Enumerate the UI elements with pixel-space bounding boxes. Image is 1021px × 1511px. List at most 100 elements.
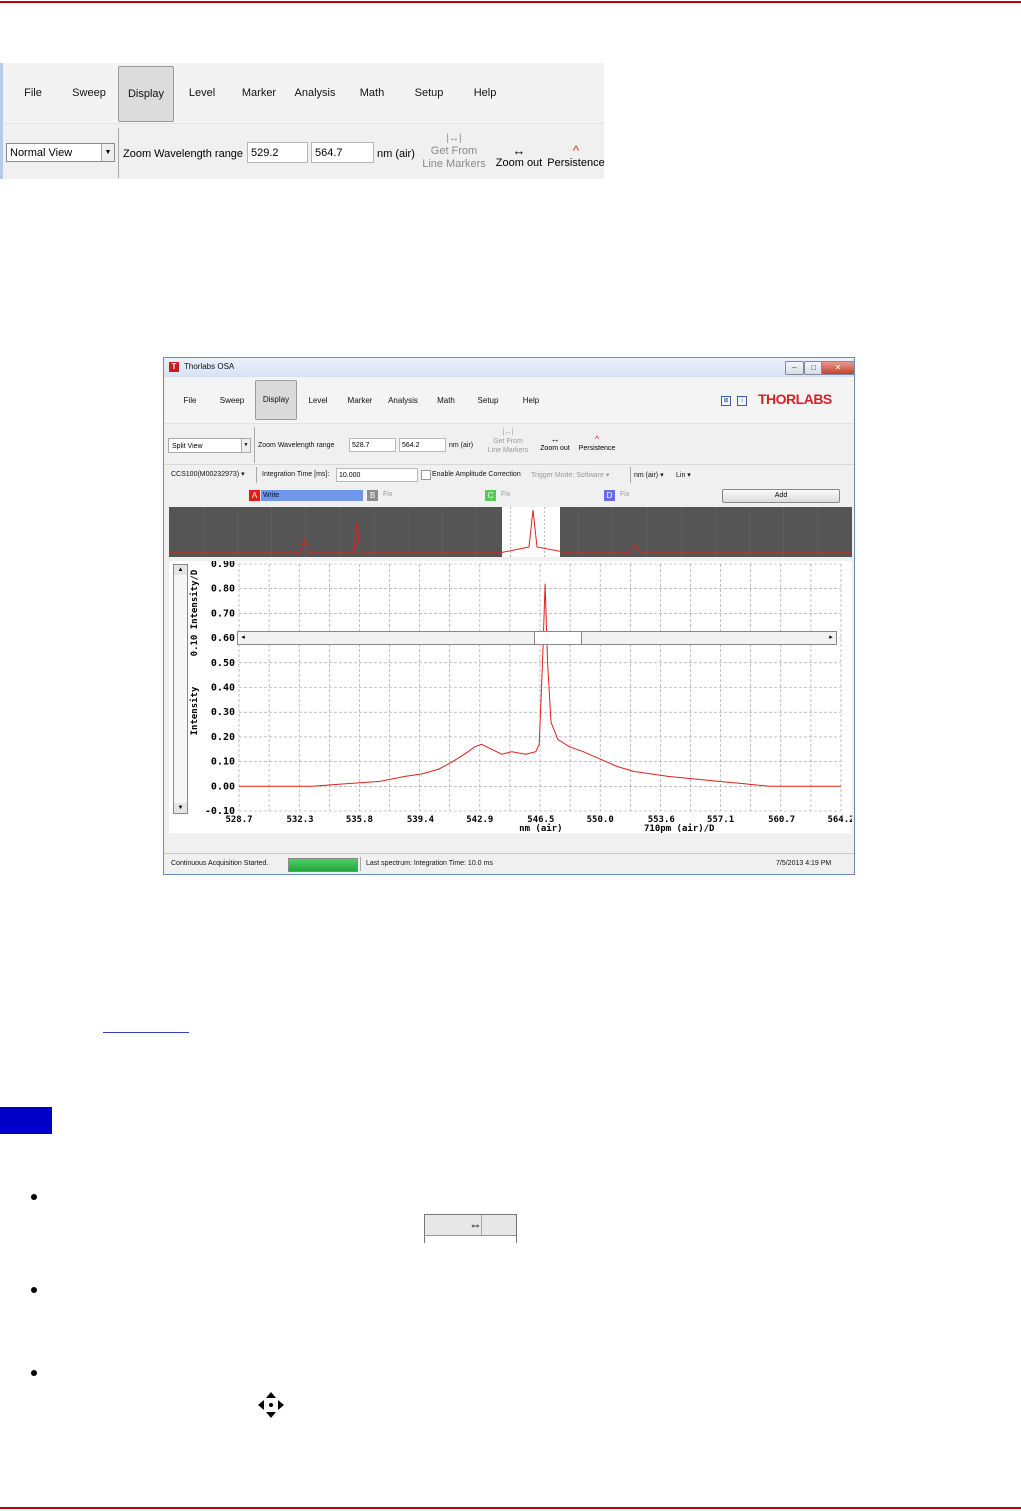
x-tick-label: 560.7: [768, 815, 795, 825]
win-zoom-out-label: Zoom out: [540, 445, 570, 452]
integration-time-input[interactable]: 10.000: [336, 468, 418, 482]
unit-select[interactable]: nm (air) ▾: [634, 471, 664, 479]
settings-icon[interactable]: ⊠: [721, 396, 731, 406]
scrollbar-thumb-snippet: ⇔: [424, 1214, 517, 1243]
win-menu-analysis[interactable]: Analysis: [383, 396, 423, 405]
ribbon-toolbar: Normal View ▼ Zoom Wavelength range 529.…: [3, 123, 605, 180]
x-axis-division-label: 710pm (air)/D: [644, 823, 715, 833]
window-toolbar: Split View ▼ Zoom Wavelength range 528.7…: [164, 423, 854, 465]
win-menu-help[interactable]: Help: [511, 396, 551, 405]
scroll-right-icon[interactable]: ▸: [826, 632, 836, 644]
menu-setup[interactable]: Setup: [399, 87, 459, 99]
menu-marker[interactable]: Marker: [229, 87, 289, 99]
win-menu-setup[interactable]: Setup: [468, 396, 508, 405]
win-menu-sweep[interactable]: Sweep: [212, 396, 252, 405]
trace-d-key[interactable]: D: [604, 490, 615, 501]
add-trace-button[interactable]: Add: [722, 489, 840, 503]
status-bar: Continuous Acquisition Started. Last spe…: [164, 853, 854, 874]
scroll-thumb[interactable]: [534, 632, 582, 644]
win-persistence-button[interactable]: ^ Persistence: [575, 434, 619, 454]
trace-a-key[interactable]: A: [249, 490, 260, 501]
device-select[interactable]: CCS100(M00232973) ▾: [171, 470, 245, 478]
win-menu-math[interactable]: Math: [426, 396, 466, 405]
view-mode-select[interactable]: Normal View ▼: [6, 143, 115, 162]
scale-select[interactable]: Lin ▾: [676, 471, 691, 479]
trace-c-mode[interactable]: Fix: [501, 491, 510, 498]
horizontal-scrollbar[interactable]: ◂ ▸: [237, 631, 837, 645]
toolbar-separator: [256, 467, 257, 483]
chevron-down-icon: ▾: [241, 471, 245, 478]
trace-d-mode[interactable]: Fix: [620, 491, 629, 498]
unit-label: nm (air): [377, 148, 415, 160]
win-zoom-from-input[interactable]: 528.7: [349, 438, 396, 452]
menu-math[interactable]: Math: [342, 87, 402, 99]
x-tick-label: 542.9: [466, 815, 493, 825]
win-view-mode-select[interactable]: Split View ▼: [168, 438, 251, 453]
trace-b-key[interactable]: B: [367, 490, 378, 501]
zoom-from-input[interactable]: 529.2: [247, 142, 308, 163]
window-menu: File Sweep Display Level Marker Analysis…: [164, 377, 854, 423]
scale-select-value: Lin: [676, 472, 686, 479]
close-icon[interactable]: ✕: [821, 361, 854, 375]
status-last-spectrum: Last spectrum: Integration Time: 10.0 ms: [366, 860, 493, 867]
menu-display[interactable]: Display: [118, 66, 174, 122]
app-logo-icon: T: [169, 362, 179, 372]
win-menu-marker[interactable]: Marker: [340, 396, 380, 405]
chevron-down-icon[interactable]: ▼: [101, 144, 114, 161]
win-view-mode-value: Split View: [172, 443, 203, 450]
window-titlebar[interactable]: T Thorlabs OSA – □ ✕: [164, 358, 854, 377]
trigger-mode-select[interactable]: Trigger Mode: Software ▾: [531, 471, 609, 479]
win-get-from-line-markers-button[interactable]: |↔| Get From Line Markers: [481, 428, 535, 455]
pan-cursor-icon: [258, 1392, 284, 1418]
status-separator: [360, 857, 361, 871]
status-datetime: 7/5/2013 4:19 PM: [776, 860, 832, 867]
menu-sweep[interactable]: Sweep: [59, 87, 119, 99]
trace-b-mode[interactable]: Fix: [383, 491, 392, 498]
zoom-to-input[interactable]: 564.7: [311, 142, 374, 163]
spectrum-overview[interactable]: [169, 507, 852, 557]
zoom-out-button[interactable]: ↔ Zoom out: [491, 144, 547, 170]
win-get-from-label-1: Get From: [493, 438, 523, 445]
trace-a-mode[interactable]: Write: [261, 490, 363, 501]
spectrum-chart[interactable]: 0.90 0.80 0.70 0.60 0.50 0.40 0.30 0.20 0.10 0.00…: [169, 561, 852, 833]
top-rule: [0, 1, 1021, 3]
y-tick-label: 0.70: [211, 608, 235, 619]
persistence-button[interactable]: ^ Persistence: [547, 144, 605, 170]
x-tick-label: 532.3: [287, 815, 314, 825]
win-zoom-range-label: Zoom Wavelength range: [258, 442, 335, 449]
bullet-1: [31, 1194, 37, 1200]
menu-level[interactable]: Level: [172, 87, 232, 99]
menu-analysis[interactable]: Analysis: [285, 87, 345, 99]
integration-time-label: Integration Time [ms]:: [262, 471, 330, 478]
trace-bar: A Write B Fix C Fix D Fix Add: [164, 485, 854, 507]
x-tick-label: 528.7: [225, 815, 252, 825]
minimize-icon[interactable]: –: [785, 361, 804, 375]
get-from-label-1: Get From: [430, 145, 478, 157]
chevron-down-icon[interactable]: ▼: [241, 439, 250, 452]
trigger-mode-value: Trigger Mode: Software: [531, 472, 604, 479]
info-icon[interactable]: i: [737, 396, 747, 406]
chevron-down-icon: ▾: [660, 472, 664, 479]
win-zoom-out-button[interactable]: ↔ Zoom out: [535, 434, 575, 454]
zoom-out-arrows-icon: ↔: [550, 434, 560, 444]
amplitude-correction-checkbox[interactable]: [421, 470, 431, 480]
get-from-line-markers-button[interactable]: |↔| Get From Line Markers: [421, 132, 487, 171]
status-acquisition: Continuous Acquisition Started.: [171, 860, 269, 867]
scroll-left-icon[interactable]: ◂: [238, 632, 248, 644]
menu-help[interactable]: Help: [455, 87, 515, 99]
win-zoom-to-input[interactable]: 564.2: [399, 438, 446, 452]
toolbar-separator: [630, 467, 631, 483]
win-menu-level[interactable]: Level: [298, 396, 338, 405]
section-marker: [0, 1107, 52, 1134]
menu-file[interactable]: File: [3, 87, 63, 99]
trace-c-key[interactable]: C: [485, 490, 496, 501]
markers-icon: |↔|: [502, 429, 514, 436]
hyperlink-underline[interactable]: [103, 1032, 189, 1033]
win-menu-file[interactable]: File: [170, 396, 210, 405]
thorlabs-logo: THORLABS: [758, 391, 832, 407]
ribbon-menu: File Sweep Display Level Marker Analysis…: [3, 63, 604, 123]
win-menu-display[interactable]: Display: [255, 380, 297, 420]
y-tick-label: 0.90: [211, 561, 235, 570]
window-title: Thorlabs OSA: [184, 362, 235, 371]
toolbar-separator: [254, 427, 255, 463]
